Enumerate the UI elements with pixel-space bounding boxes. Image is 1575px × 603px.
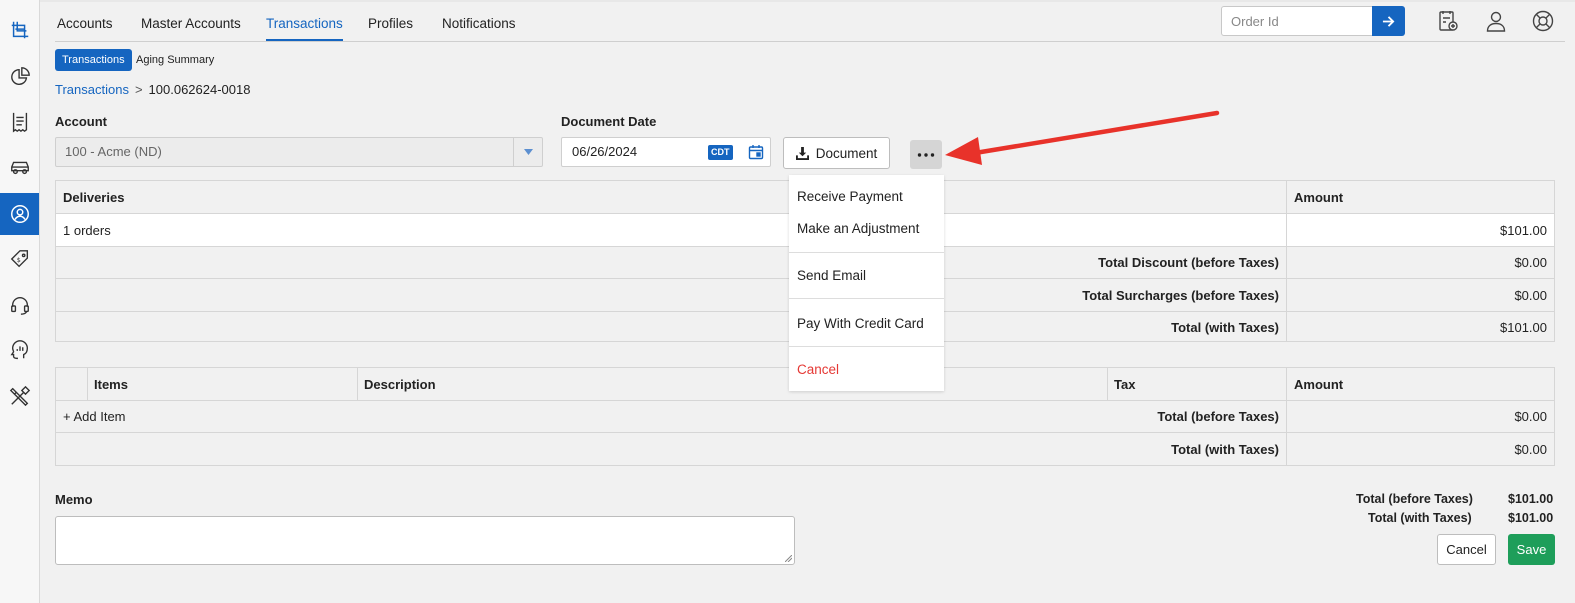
items-total-with-taxes-label: Total (with Taxes) [1171, 441, 1279, 457]
headset-support-icon[interactable] [0, 284, 39, 326]
svg-text:$: $ [16, 256, 20, 264]
total-surcharges-label: Total Surcharges (before Taxes) [1082, 287, 1279, 303]
order-search-button[interactable] [1372, 6, 1405, 36]
breadcrumb-link-transactions[interactable]: Transactions [55, 82, 129, 97]
more-options-menu: Receive Payment Make an Adjustment Send … [789, 175, 944, 391]
breadcrumb: Transactions >100.062624-0018 [55, 82, 250, 97]
amount-header: Amount [1294, 376, 1344, 392]
add-report-icon[interactable] [1436, 9, 1460, 33]
subtab-aging-summary[interactable]: Aging Summary [129, 49, 221, 71]
deliveries-order-count: 1 orders [63, 222, 111, 238]
total-with-taxes-value: $101.00 [1500, 319, 1547, 335]
total-with-taxes-label: Total (with Taxes) [1171, 319, 1279, 335]
items-total-before-taxes-label: Total (before Taxes) [1157, 409, 1279, 424]
breadcrumb-current: 100.062624-0018 [148, 82, 251, 97]
menu-item-send-email[interactable]: Send Email [797, 268, 866, 283]
vehicle-icon[interactable] [0, 146, 39, 188]
timezone-badge: CDT [708, 145, 733, 160]
tab-accounts[interactable]: Accounts [57, 16, 113, 31]
menu-item-cancel[interactable]: Cancel [797, 362, 839, 377]
grand-total-before-taxes-label: Total (before Taxes) [1356, 492, 1473, 506]
memo-textarea[interactable] [55, 516, 795, 565]
subtab-transactions[interactable]: Transactions [55, 49, 132, 71]
cancel-button[interactable]: Cancel [1437, 534, 1496, 565]
sidebar: $ [0, 0, 40, 603]
items-total-before-taxes-value: $0.00 [1514, 409, 1547, 424]
total-discount-value: $0.00 [1514, 255, 1547, 270]
tab-profiles[interactable]: Profiles [368, 16, 413, 31]
arrow-right-icon [1382, 15, 1395, 27]
menu-item-receive-payment[interactable]: Receive Payment [797, 189, 903, 204]
tools-icon[interactable] [0, 375, 39, 417]
document-button-label: Document [815, 145, 878, 161]
ellipsis-icon [917, 152, 935, 157]
price-tag-icon[interactable]: $ [0, 238, 39, 280]
summary-row: Total (with Taxes) $0.00 [56, 433, 1554, 465]
total-surcharges-value: $0.00 [1514, 287, 1547, 303]
document-download-button[interactable]: Document [783, 137, 890, 169]
items-header: Items [94, 376, 128, 392]
analytics-head-icon[interactable] [0, 329, 39, 371]
order-id-input[interactable] [1221, 6, 1373, 36]
tax-header: Tax [1114, 376, 1136, 392]
date-value: 06/26/2024 [572, 144, 638, 159]
receipt-icon[interactable] [0, 101, 39, 143]
deliveries-header: Deliveries [63, 189, 125, 205]
account-user-icon[interactable] [0, 193, 39, 235]
account-label: Account [55, 114, 107, 129]
tab-transactions[interactable]: Transactions [266, 16, 343, 41]
menu-divider [789, 346, 944, 347]
menu-divider [789, 298, 944, 299]
tab-master-accounts[interactable]: Master Accounts [141, 16, 241, 31]
document-date-label: Document Date [561, 114, 657, 129]
more-options-button[interactable] [910, 140, 942, 169]
add-item-button[interactable]: + Add Item [56, 401, 256, 432]
description-header: Description [364, 376, 436, 392]
amount-header: Amount [1294, 189, 1344, 205]
total-discount-label: Total Discount (before Taxes) [1098, 255, 1279, 270]
account-value: 100 - Acme (ND) [65, 144, 162, 159]
dashboard-pie-icon[interactable] [0, 56, 39, 98]
download-icon [795, 146, 809, 160]
account-select[interactable]: 100 - Acme (ND) [55, 137, 543, 167]
grand-total-with-taxes-value: $101.00 [1508, 511, 1554, 525]
save-button[interactable]: Save [1508, 534, 1555, 565]
menu-divider [789, 252, 944, 253]
help-lifebuoy-icon[interactable] [1531, 9, 1555, 33]
caret-down-icon [513, 138, 542, 166]
calendar-icon[interactable] [748, 144, 764, 160]
user-profile-icon[interactable] [1484, 9, 1508, 33]
menu-item-pay-credit-card[interactable]: Pay With Credit Card [797, 316, 924, 331]
resize-handle-icon[interactable] [785, 555, 792, 562]
items-total-with-taxes-value: $0.00 [1514, 441, 1547, 457]
menu-item-make-adjustment[interactable]: Make an Adjustment [797, 221, 919, 236]
annotation-arrow-icon [945, 110, 1220, 165]
breadcrumb-separator: > [134, 82, 143, 97]
grand-total-before-taxes-value: $101.00 [1508, 492, 1554, 506]
deliveries-amount: $101.00 [1500, 222, 1547, 238]
add-item-row: + Add Item Total (before Taxes) $0.00 [56, 401, 1554, 433]
memo-label: Memo [55, 492, 93, 507]
tab-notifications[interactable]: Notifications [442, 16, 516, 31]
grand-total-with-taxes-label: Total (with Taxes) [1368, 511, 1472, 525]
document-date-input[interactable]: 06/26/2024 CDT [561, 137, 771, 167]
logo-icon[interactable] [0, 9, 39, 51]
